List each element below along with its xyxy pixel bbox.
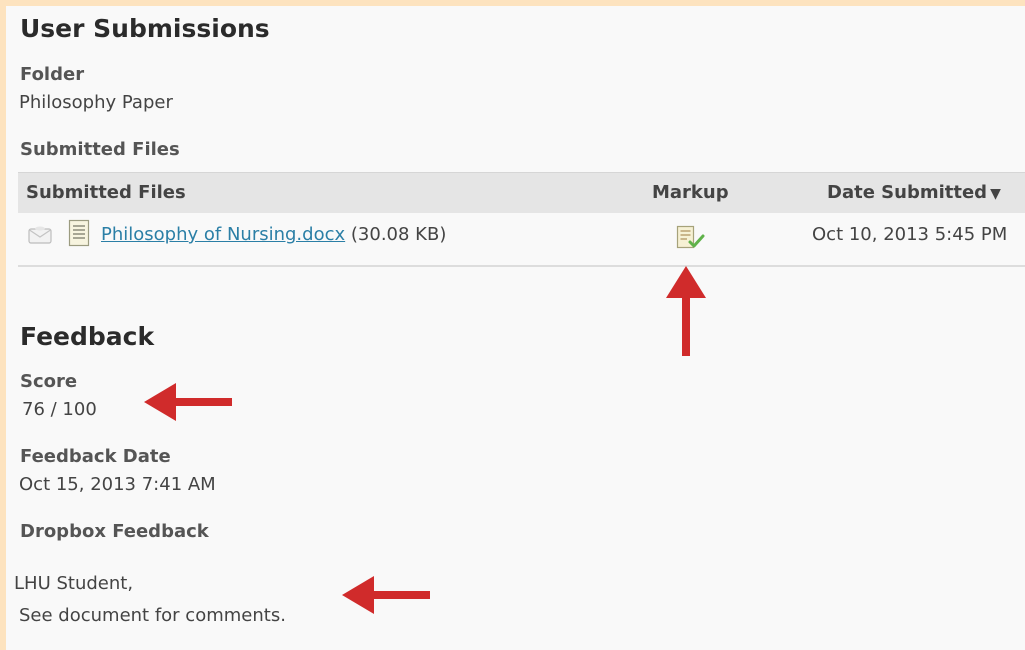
column-header-date-label: Date Submitted (827, 182, 988, 203)
submission-panel: User Submissions Folder Philosophy Paper… (0, 0, 1025, 650)
file-entry: Philosophy of Nursing.docx (30.08 KB) (101, 224, 446, 245)
dropbox-feedback-label: Dropbox Feedback (20, 521, 209, 542)
document-check-icon[interactable] (676, 225, 706, 251)
dropbox-feedback-line-2: See document for comments. (19, 605, 286, 626)
envelope-icon[interactable] (28, 225, 52, 245)
document-icon (68, 219, 90, 247)
submitted-files-label: Submitted Files (20, 139, 180, 160)
feedback-date-value: Oct 15, 2013 7:41 AM (19, 474, 216, 495)
file-size: (30.08 KB) (350, 224, 447, 245)
feedback-title: Feedback (20, 322, 155, 351)
page-title: User Submissions (20, 14, 270, 43)
feedback-date-label: Feedback Date (20, 446, 171, 467)
column-header-markup[interactable]: Markup (652, 182, 729, 203)
score-label: Score (20, 371, 78, 392)
folder-value: Philosophy Paper (19, 92, 173, 113)
annotation-arrow-up (666, 266, 706, 356)
sort-descending-icon: ▼ (990, 186, 1001, 202)
dropbox-feedback-line-1: LHU Student, (14, 573, 134, 594)
column-header-date-submitted[interactable]: Date Submitted ▼ (827, 182, 1001, 203)
table-row: Philosophy of Nursing.docx (30.08 KB) Oc… (18, 213, 1025, 267)
submitted-files-table: Submitted Files Markup Date Submitted▼ (18, 172, 1025, 267)
folder-label: Folder (20, 64, 85, 85)
annotation-arrow-left (144, 383, 232, 421)
file-link[interactable]: Philosophy of Nursing.docx (101, 224, 345, 245)
date-submitted: Oct 10, 2013 5:45 PM (812, 224, 1008, 245)
column-header-submitted-files[interactable]: Submitted Files (26, 182, 186, 203)
score-value: 76 / 100 (22, 399, 97, 420)
table-header: Submitted Files Markup Date Submitted ▼ (18, 172, 1025, 214)
annotation-arrow-left (342, 576, 430, 614)
